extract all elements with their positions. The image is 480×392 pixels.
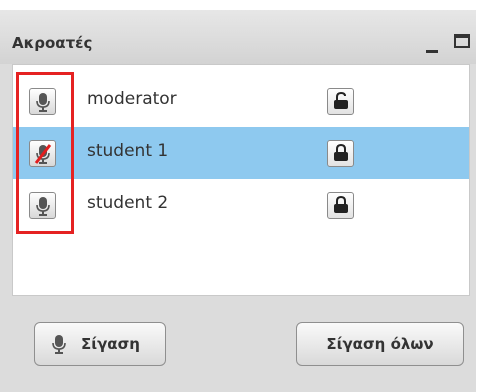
locked-icon[interactable] bbox=[327, 140, 354, 167]
minimize-icon[interactable] bbox=[424, 35, 440, 55]
participant-name: moderator bbox=[87, 89, 177, 109]
mute-button-label: Σίγαση bbox=[81, 335, 140, 353]
mute-button[interactable]: Σίγαση bbox=[34, 322, 166, 366]
panel-title: Ακροατές bbox=[12, 34, 93, 52]
listeners-panel: Ακροατές moderator student 1 student 2 Σ… bbox=[0, 10, 476, 392]
participant-row-selected[interactable]: student 1 bbox=[13, 127, 469, 179]
panel-header: Ακροατές bbox=[0, 10, 476, 64]
microphone-icon bbox=[49, 333, 69, 359]
locked-icon[interactable] bbox=[327, 192, 354, 219]
mic-column-highlight bbox=[16, 72, 74, 234]
mute-all-button[interactable]: Σίγαση όλων bbox=[296, 322, 464, 366]
unlocked-icon[interactable] bbox=[327, 88, 354, 115]
participant-row[interactable]: moderator bbox=[13, 75, 469, 127]
participant-name: student 1 bbox=[87, 141, 169, 161]
mute-all-button-label: Σίγαση όλων bbox=[326, 335, 434, 353]
participant-name: student 2 bbox=[87, 193, 169, 213]
participant-row[interactable]: student 2 bbox=[13, 179, 469, 231]
participants-list: moderator student 1 student 2 bbox=[12, 64, 470, 296]
maximize-icon[interactable] bbox=[452, 32, 472, 50]
